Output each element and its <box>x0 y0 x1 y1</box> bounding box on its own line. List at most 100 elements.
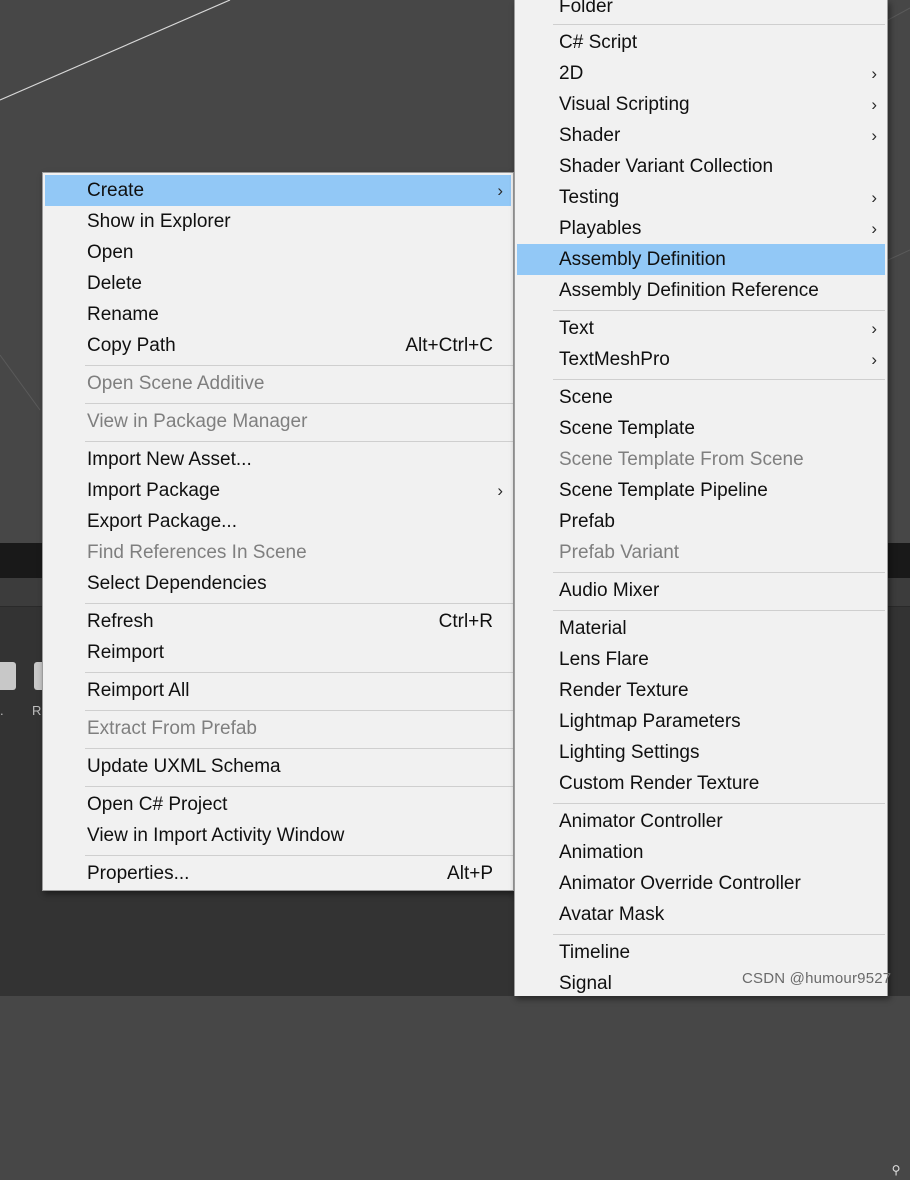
menu-item-label: Text <box>559 318 594 339</box>
menu-item-label: Create <box>87 180 145 201</box>
menu-item-refresh[interactable]: Refresh Ctrl+R <box>45 606 511 637</box>
menu-item-label: Signal <box>559 973 612 994</box>
menu-item-rename[interactable]: Rename <box>45 299 511 330</box>
assets-context-menu: Create › Show in Explorer Open Delete Re… <box>42 172 514 891</box>
menu-separator <box>85 403 513 404</box>
menu-item-label: Show in Explorer <box>87 211 231 232</box>
submenu-item-text[interactable]: Text › <box>517 313 885 344</box>
menu-separator <box>85 748 513 749</box>
menu-separator <box>85 365 513 366</box>
submenu-item-assembly-definition-reference[interactable]: Assembly Definition Reference <box>517 275 885 306</box>
submenu-item-custom-render-texture[interactable]: Custom Render Texture <box>517 768 885 799</box>
menu-item-view-in-package-manager: View in Package Manager <box>45 406 511 437</box>
menu-separator <box>553 24 885 25</box>
menu-separator <box>85 786 513 787</box>
submenu-item-render-texture[interactable]: Render Texture <box>517 675 885 706</box>
submenu-item-visual-scripting[interactable]: Visual Scripting › <box>517 89 885 120</box>
menu-separator <box>85 672 513 673</box>
submenu-item-lighting-settings[interactable]: Lighting Settings <box>517 737 885 768</box>
submenu-item-2d[interactable]: 2D › <box>517 58 885 89</box>
menu-separator <box>553 572 885 573</box>
menu-item-label: Update UXML Schema <box>87 756 281 777</box>
menu-separator <box>553 803 885 804</box>
menu-item-label: Folder <box>559 0 613 17</box>
menu-item-shortcut: Alt+Ctrl+C <box>405 335 493 356</box>
chevron-right-icon: › <box>871 64 877 83</box>
chevron-right-icon: › <box>497 181 503 200</box>
submenu-item-scene-template-from-scene: Scene Template From Scene <box>517 444 885 475</box>
menu-item-properties[interactable]: Properties... Alt+P <box>45 858 511 889</box>
menu-item-reimport-all[interactable]: Reimport All <box>45 675 511 706</box>
submenu-item-animator-controller[interactable]: Animator Controller <box>517 806 885 837</box>
menu-item-label: Audio Mixer <box>559 580 660 601</box>
menu-item-label: Delete <box>87 273 142 294</box>
menu-item-label: Avatar Mask <box>559 904 665 925</box>
menu-item-update-uxml-schema[interactable]: Update UXML Schema <box>45 751 511 782</box>
search-icon[interactable]: ⚲ <box>886 1160 906 1180</box>
menu-separator <box>553 310 885 311</box>
menu-item-copy-path[interactable]: Copy Path Alt+Ctrl+C <box>45 330 511 361</box>
menu-separator <box>85 441 513 442</box>
menu-item-open-csharp-project[interactable]: Open C# Project <box>45 789 511 820</box>
submenu-item-scene-template[interactable]: Scene Template <box>517 413 885 444</box>
menu-item-label: Import New Asset... <box>87 449 252 470</box>
menu-item-label: View in Import Activity Window <box>87 825 345 846</box>
submenu-item-animation[interactable]: Animation <box>517 837 885 868</box>
menu-item-label: Material <box>559 618 627 639</box>
menu-item-find-references-in-scene: Find References In Scene <box>45 537 511 568</box>
asset-label: . <box>0 703 4 718</box>
menu-item-label: Extract From Prefab <box>87 718 257 739</box>
menu-item-label: TextMeshPro <box>559 349 670 370</box>
menu-item-import-new-asset[interactable]: Import New Asset... <box>45 444 511 475</box>
submenu-item-testing[interactable]: Testing › <box>517 182 885 213</box>
menu-item-label: Shader <box>559 125 621 146</box>
menu-item-label: Prefab Variant <box>559 542 680 563</box>
submenu-item-audio-mixer[interactable]: Audio Mixer <box>517 575 885 606</box>
menu-item-label: Select Dependencies <box>87 573 267 594</box>
menu-item-label: Refresh <box>87 611 154 632</box>
submenu-item-textmeshpro[interactable]: TextMeshPro › <box>517 344 885 375</box>
menu-item-label: View in Package Manager <box>87 411 308 432</box>
menu-item-reimport[interactable]: Reimport <box>45 637 511 668</box>
submenu-item-animator-override-controller[interactable]: Animator Override Controller <box>517 868 885 899</box>
menu-item-open[interactable]: Open <box>45 237 511 268</box>
submenu-item-shader[interactable]: Shader › <box>517 120 885 151</box>
submenu-item-folder[interactable]: Folder <box>517 0 885 22</box>
menu-item-import-package[interactable]: Import Package › <box>45 475 511 506</box>
asset-label: R <box>32 703 42 718</box>
menu-item-show-in-explorer[interactable]: Show in Explorer <box>45 206 511 237</box>
menu-item-label: Scene Template Pipeline <box>559 480 768 501</box>
menu-item-label: Lighting Settings <box>559 742 700 763</box>
menu-item-extract-from-prefab: Extract From Prefab <box>45 713 511 744</box>
submenu-item-shader-variant-collection[interactable]: Shader Variant Collection <box>517 151 885 182</box>
asset-thumbnail[interactable] <box>0 662 16 690</box>
menu-separator <box>553 934 885 935</box>
submenu-item-csharp-script[interactable]: C# Script <box>517 27 885 58</box>
menu-item-shortcut: Ctrl+R <box>438 611 493 632</box>
menu-item-create[interactable]: Create › <box>45 175 511 206</box>
menu-item-delete[interactable]: Delete <box>45 268 511 299</box>
menu-item-view-in-import-activity-window[interactable]: View in Import Activity Window <box>45 820 511 851</box>
menu-separator <box>553 610 885 611</box>
menu-item-label: C# Script <box>559 32 638 53</box>
submenu-item-scene-template-pipeline[interactable]: Scene Template Pipeline <box>517 475 885 506</box>
menu-item-select-dependencies[interactable]: Select Dependencies <box>45 568 511 599</box>
submenu-item-lightmap-parameters[interactable]: Lightmap Parameters <box>517 706 885 737</box>
submenu-item-lens-flare[interactable]: Lens Flare <box>517 644 885 675</box>
chevron-right-icon: › <box>871 126 877 145</box>
menu-separator <box>553 379 885 380</box>
menu-item-label: Properties... <box>87 863 190 884</box>
menu-item-label: Shader Variant Collection <box>559 156 774 177</box>
menu-separator <box>85 603 513 604</box>
submenu-item-assembly-definition[interactable]: Assembly Definition <box>517 244 885 275</box>
menu-item-label: Scene Template From Scene <box>559 449 804 470</box>
submenu-item-prefab[interactable]: Prefab <box>517 506 885 537</box>
submenu-item-avatar-mask[interactable]: Avatar Mask <box>517 899 885 930</box>
submenu-item-material[interactable]: Material <box>517 613 885 644</box>
menu-item-export-package[interactable]: Export Package... <box>45 506 511 537</box>
submenu-item-playables[interactable]: Playables › <box>517 213 885 244</box>
menu-item-label: Import Package <box>87 480 221 501</box>
submenu-item-scene[interactable]: Scene <box>517 382 885 413</box>
submenu-item-timeline[interactable]: Timeline <box>517 937 885 968</box>
menu-item-label: Open C# Project <box>87 794 228 815</box>
